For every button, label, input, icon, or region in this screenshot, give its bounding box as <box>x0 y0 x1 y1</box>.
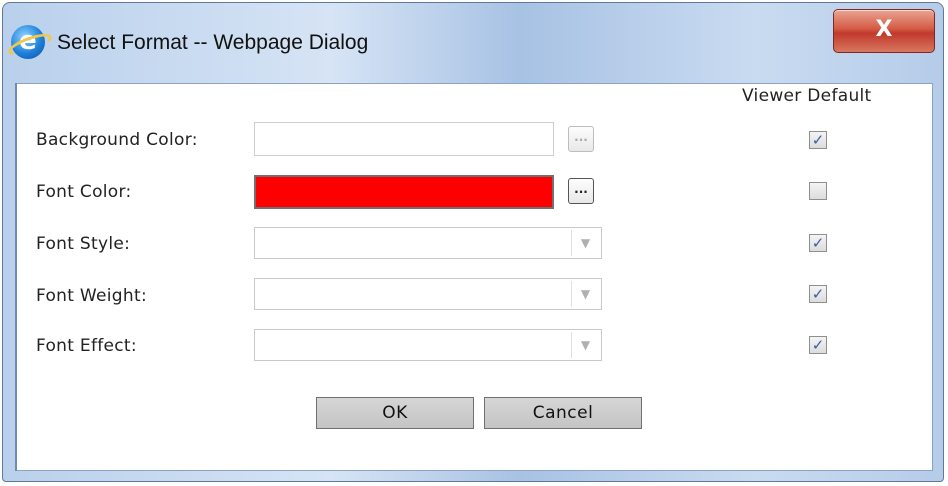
window-title: Select Format -- Webpage Dialog <box>57 31 369 54</box>
background-color-label: Background Color: <box>36 130 198 150</box>
font-weight-viewer-default-checkbox[interactable]: ✓ <box>809 285 827 303</box>
font-style-select[interactable]: ▼ <box>254 227 602 259</box>
ie-icon: e <box>11 25 45 59</box>
cancel-button[interactable]: Cancel <box>484 397 642 429</box>
font-weight-label: Font Weight: <box>36 286 147 306</box>
close-button[interactable]: X <box>833 9 935 53</box>
font-color-picker-button[interactable]: ... <box>568 178 594 204</box>
font-style-label: Font Style: <box>36 234 131 254</box>
chevron-down-icon[interactable]: ▼ <box>571 332 599 358</box>
font-effect-select[interactable]: ▼ <box>254 329 602 361</box>
check-icon: ✓ <box>811 336 825 354</box>
check-icon: ✓ <box>811 131 825 149</box>
font-color-label: Font Color: <box>36 182 132 202</box>
background-color-picker-button[interactable]: ... <box>568 126 594 152</box>
font-weight-select[interactable]: ▼ <box>254 278 602 310</box>
font-color-field[interactable] <box>254 175 554 209</box>
font-style-viewer-default-checkbox[interactable]: ✓ <box>809 234 827 252</box>
chevron-down-icon[interactable]: ▼ <box>571 281 599 307</box>
background-color-viewer-default-checkbox[interactable]: ✓ <box>809 131 827 149</box>
check-icon: ✓ <box>811 234 825 252</box>
dialog-window: e Select Format -- Webpage Dialog X View… <box>2 2 944 482</box>
viewer-default-header: Viewer Default <box>742 86 872 106</box>
check-icon: ✓ <box>811 285 825 303</box>
title-bar[interactable]: e Select Format -- Webpage Dialog X <box>3 3 943 83</box>
chevron-down-icon[interactable]: ▼ <box>571 230 599 256</box>
font-color-viewer-default-checkbox[interactable] <box>809 182 827 200</box>
background-color-field[interactable] <box>254 122 554 156</box>
font-effect-viewer-default-checkbox[interactable]: ✓ <box>809 336 827 354</box>
dialog-body: Viewer Default Background Color: ... ✓ F… <box>15 83 933 471</box>
ok-button[interactable]: OK <box>316 397 474 429</box>
font-effect-label: Font Effect: <box>36 336 137 356</box>
